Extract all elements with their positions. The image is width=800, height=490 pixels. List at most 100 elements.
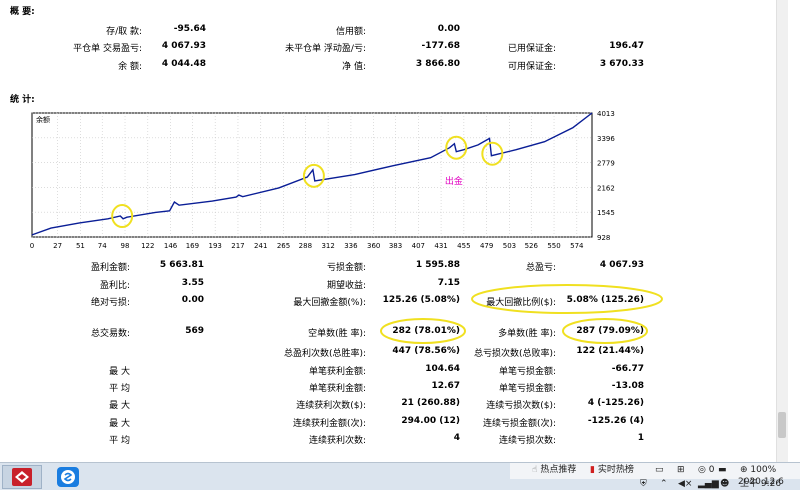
stat-label: 平 均 <box>109 436 130 446</box>
stat-value: 287 (79.09%) <box>576 326 644 336</box>
y-tick-label: 2779 <box>597 160 615 168</box>
stat-value: 4 (-125.26) <box>587 398 644 408</box>
summary-value: 4 067.93 <box>161 41 206 51</box>
tray-zoom[interactable]: ⊕ 100% <box>740 462 776 478</box>
x-tick-label: 265 <box>277 242 290 250</box>
taskbar-app-browser[interactable] <box>48 465 88 489</box>
stat-label: 总亏损次数(总败率): <box>473 349 556 359</box>
stat-value: 7.15 <box>437 278 460 288</box>
live-chart-icon: ▮ <box>590 465 595 475</box>
y-tick-label: 2162 <box>597 184 615 192</box>
summary-value: 196.47 <box>609 41 644 51</box>
stat-label: 连续获利金额(次): <box>292 419 366 429</box>
battery-icon: ◎ <box>698 465 706 475</box>
stat-label: 盈利比: <box>99 281 130 291</box>
stat-label: 期望收益: <box>326 281 366 291</box>
stat-value: 4 067.93 <box>599 260 644 270</box>
y-tick-label: 928 <box>597 234 610 242</box>
summary-title: 概 要: <box>10 7 35 17</box>
x-tick-label: 74 <box>98 242 107 250</box>
tray-shield-icon[interactable]: ⛨ <box>640 477 647 490</box>
x-tick-label: 455 <box>457 242 470 250</box>
stat-label: 连续获利次数($): <box>296 401 366 411</box>
x-tick-label: 336 <box>344 242 358 250</box>
stat-value: 21 (260.88) <box>401 398 460 408</box>
summary-value: -95.64 <box>173 24 206 34</box>
stat-label: 最 大 <box>109 401 130 411</box>
summary-value: -177.68 <box>421 41 460 51</box>
stat-value: 125.26 (5.08%) <box>382 295 460 305</box>
plot-area <box>31 112 593 238</box>
x-tick-label: 503 <box>503 242 516 250</box>
tray-battery[interactable]: ◎ 0 <box>698 462 714 478</box>
x-tick-label: 574 <box>570 242 584 250</box>
summary-value: 4 044.48 <box>161 59 206 69</box>
summary-label: 平仓单 交易盈亏: <box>73 44 142 54</box>
stat-label: 总盈亏: <box>525 263 556 273</box>
stat-value: 282 (78.01%) <box>392 326 460 336</box>
stat-value: 0.00 <box>181 295 204 305</box>
tray-network-icon[interactable]: ▂▄▆ <box>698 477 719 490</box>
x-tick-label: 479 <box>480 242 493 250</box>
stat-value: 3.55 <box>181 278 204 288</box>
stat-value: -66.77 <box>611 364 644 374</box>
tray-hot[interactable]: ☝ 热点推荐 <box>532 462 576 478</box>
stat-label: 连续亏损金额(次): <box>482 419 556 429</box>
zoom-label: 100% <box>750 465 777 475</box>
tray-box-icon[interactable]: ⊞ <box>677 462 685 478</box>
summary-label: 已用保证金: <box>507 44 556 54</box>
stat-label: 连续获利次数: <box>308 436 366 446</box>
summary-value: 3 670.33 <box>599 59 644 69</box>
hot-icon: ☝ <box>532 465 538 475</box>
summary-value: 3 866.80 <box>415 59 460 69</box>
vertical-scrollbar[interactable] <box>776 0 788 462</box>
stat-value: -13.08 <box>611 381 644 391</box>
balance-chart-svg: 0 27 51 74 98 122 146 169 193 217 241 265 288 312 336 3… <box>30 110 616 250</box>
tray-live[interactable]: ▮ 实时热榜 <box>590 462 634 478</box>
stat-label: 亏损金额: <box>326 263 366 273</box>
x-tick-label: 51 <box>76 242 85 250</box>
clock-date[interactable]: 2020.12.6 <box>738 477 784 487</box>
taskbar-app-trading[interactable] <box>2 465 42 489</box>
tray-live-label: 实时热榜 <box>597 465 634 475</box>
x-tick-label: 98 <box>121 242 130 250</box>
stat-value: 1 595.88 <box>415 260 460 270</box>
stat-value: 122 (21.44%) <box>576 346 644 356</box>
y-tick-label: 3396 <box>597 135 615 143</box>
stat-label: 最大回撤金额(%): <box>293 298 366 308</box>
summary-label: 存/取 款: <box>106 27 142 37</box>
stat-label: 连续亏损次数: <box>498 436 556 446</box>
stat-label: 平 均 <box>109 384 130 394</box>
x-tick-label: 217 <box>231 242 244 250</box>
x-tick-label: 241 <box>254 242 267 250</box>
x-tick-label: 550 <box>547 242 560 250</box>
tray-video-icon[interactable]: ▭ <box>655 462 664 478</box>
stat-label: 多单数(胜 率): <box>498 329 556 339</box>
tray-expand-icon[interactable]: ⌃ <box>660 477 668 490</box>
zoom-icon: ⊕ <box>740 465 748 475</box>
taskbar: ☝ 热点推荐 ▮ 实时热榜 ▭ ⊞ ◎ 0 ▬ ⊕ 100% ⛨ ⌃ ◀× ▂▄… <box>0 462 800 490</box>
x-tick-label: 312 <box>321 242 334 250</box>
stat-value: -125.26 (4) <box>587 416 644 426</box>
stat-label: 单笔亏损金额: <box>498 367 556 377</box>
stat-label: 最大回撤比例($): <box>486 298 556 308</box>
withdrawal-annotation: 出金 <box>445 175 463 187</box>
tray-speaker-icon[interactable]: ◀× <box>678 477 692 490</box>
x-tick-label: 360 <box>367 242 380 250</box>
scrollbar-thumb[interactable] <box>778 412 786 438</box>
stat-label: 盈利金额: <box>90 263 130 273</box>
trading-app-icon <box>12 468 32 486</box>
x-tick-label: 27 <box>53 242 62 250</box>
stat-value: 569 <box>185 326 204 336</box>
stat-value: 5.08% (125.26) <box>566 295 644 305</box>
tray-qq-icon[interactable]: ☻ <box>720 477 729 490</box>
y-tick-label: 4013 <box>597 110 615 118</box>
tray-display-icon[interactable]: ▬ <box>718 462 727 478</box>
summary-value: 0.00 <box>437 24 460 34</box>
y-tick-label: 1545 <box>597 209 615 217</box>
stat-value: 4 <box>453 433 460 443</box>
tray-hot-label: 热点推荐 <box>540 465 577 475</box>
balance-chart: 0 27 51 74 98 122 146 169 193 217 241 265 288 312 336 3… <box>29 110 629 255</box>
report-panel: 概 要: 存/取 款: -95.64 信用额: 0.00 平仓单 交易盈亏: 4… <box>0 0 788 462</box>
x-tick-label: 526 <box>525 242 539 250</box>
